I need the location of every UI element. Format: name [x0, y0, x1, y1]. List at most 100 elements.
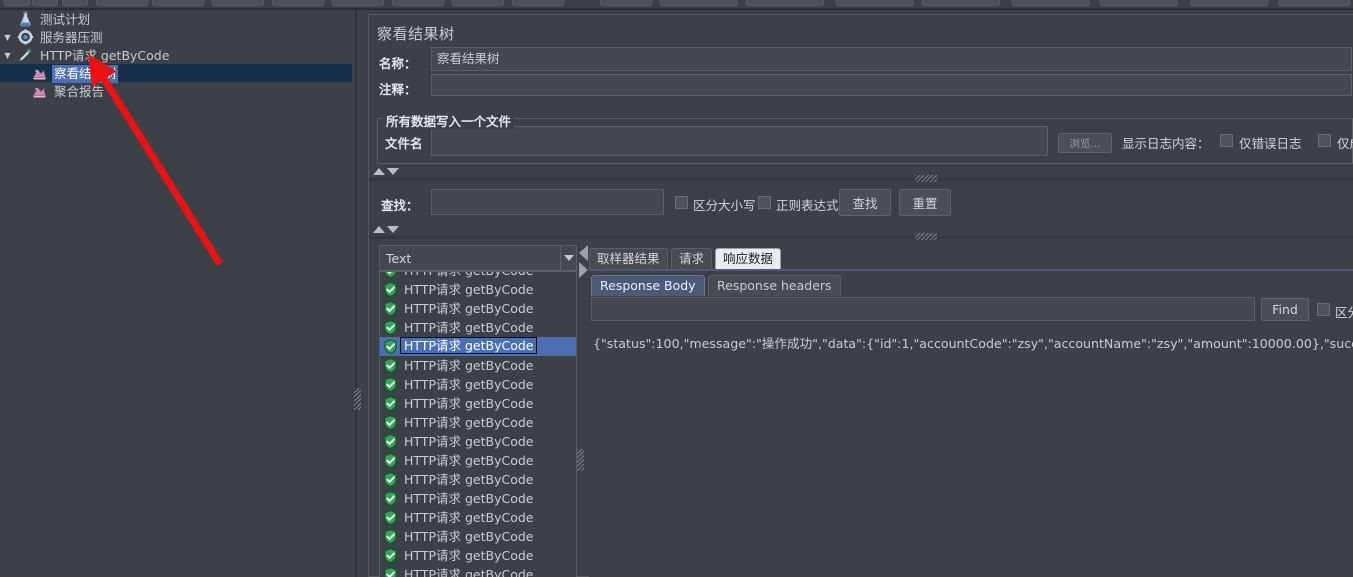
collapse-control-top[interactable] — [373, 168, 401, 175]
tree-item-test-plan[interactable]: 测试计划 — [0, 10, 352, 28]
tree-item-http-sampler[interactable]: ▼ HTTP请求 getByCode — [0, 46, 352, 64]
toolbar-button[interactable] — [452, 0, 504, 6]
toolbar-button[interactable] — [922, 0, 1000, 6]
detail-tab[interactable]: 取样器结果 — [589, 248, 668, 269]
toolbar-button[interactable] — [272, 0, 324, 6]
result-list-item[interactable]: HTTP请求 getByCode — [380, 470, 576, 489]
response-case-checkbox[interactable] — [1317, 303, 1330, 316]
errors-only-label: 仅错误日志 — [1239, 136, 1302, 151]
toolbar-button[interactable] — [392, 0, 444, 6]
toolbar-button[interactable] — [4, 0, 30, 6]
toolbar-button[interactable] — [212, 0, 264, 6]
detail-tab[interactable]: 响应数据 — [715, 248, 782, 269]
result-list-item[interactable]: HTTP请求 getByCode — [380, 565, 576, 577]
result-list-item-label: HTTP请求 getByCode — [404, 415, 534, 430]
result-list-item[interactable]: HTTP请求 getByCode — [380, 489, 576, 508]
horizontal-splitter-bottom[interactable] — [369, 236, 1353, 239]
toolbar-button[interactable] — [62, 0, 88, 6]
list-detail-splitter-arrow-left[interactable] — [579, 245, 588, 261]
case-sensitive-checkbox[interactable] — [675, 196, 688, 209]
find-input[interactable] — [431, 189, 664, 215]
browse-button[interactable]: 浏览... — [1058, 133, 1112, 153]
collapse-down-icon[interactable] — [387, 226, 399, 233]
success-only-checkbox[interactable] — [1318, 134, 1331, 147]
tree-toggle-collapse-icon[interactable]: ▼ — [2, 29, 13, 47]
result-list-item[interactable]: HTTP请求 getByCode — [380, 299, 576, 318]
result-list-item[interactable]: HTTP请求 getByCode — [380, 527, 576, 546]
result-list-item[interactable]: HTTP请求 getByCode — [380, 280, 576, 299]
list-detail-splitter-arrow-right[interactable] — [579, 262, 588, 278]
result-list-item[interactable]: HTTP请求 getByCode — [380, 394, 576, 413]
result-list-item[interactable]: HTTP请求 getByCode — [380, 432, 576, 451]
response-subtab[interactable]: Response Body — [591, 275, 705, 296]
horizontal-splitter-top[interactable] — [369, 178, 1353, 181]
regex-label: 正则表达式 — [776, 198, 839, 213]
toolbar-button[interactable] — [600, 0, 652, 6]
collapse-down-icon[interactable] — [387, 168, 399, 175]
detail-tab[interactable]: 请求 — [671, 248, 713, 269]
result-list-item-label: HTTP请求 getByCode — [404, 491, 534, 506]
toolbar-button[interactable] — [1100, 0, 1178, 6]
toolbar-button[interactable] — [512, 0, 564, 6]
errors-only-checkbox[interactable] — [1220, 134, 1233, 147]
regex-checkbox[interactable] — [758, 196, 771, 209]
horizontal-splitter-grip-bottom[interactable] — [915, 233, 937, 240]
comment-input[interactable] — [431, 74, 1352, 96]
toolbar-button[interactable] — [332, 0, 384, 6]
filename-input[interactable] — [431, 126, 1048, 156]
tree-item-label: HTTP请求 getByCode — [39, 47, 170, 63]
result-list-item-label: HTTP请求 getByCode — [404, 434, 534, 449]
result-list-item-label: HTTP请求 getByCode — [404, 377, 534, 392]
chevron-down-icon[interactable] — [560, 246, 576, 270]
result-list-item[interactable]: HTTP请求 getByCode — [380, 318, 576, 337]
tree-item-label: 服务器压测 — [39, 29, 103, 45]
result-list-item[interactable]: HTTP请求 getByCode — [380, 375, 576, 394]
toolbar-button[interactable] — [1190, 0, 1268, 6]
toolbar-button[interactable] — [152, 0, 204, 6]
find-label: 查找： — [381, 198, 419, 213]
main-toolbar[interactable] — [0, 0, 1353, 10]
response-case-label: 区分 — [1335, 305, 1353, 320]
tree-item-aggregate-report[interactable]: 聚合报告 — [0, 82, 352, 100]
group-border-bottom — [377, 163, 1353, 164]
result-list-item[interactable]: HTTP请求 getByCode — [380, 413, 576, 432]
toolbar-button[interactable] — [1012, 0, 1090, 6]
result-list-item-label: HTTP请求 getByCode — [404, 320, 534, 335]
result-list-item[interactable]: HTTP请求 getByCode — [380, 272, 576, 280]
main-vertical-splitter[interactable] — [352, 10, 366, 577]
response-find-button[interactable]: Find — [1261, 298, 1309, 321]
result-list-item[interactable]: HTTP请求 getByCode — [380, 508, 576, 527]
tree-item-view-results-tree[interactable]: 察看结果树 — [0, 64, 352, 83]
tree-item-thread-group[interactable]: ▼ 服务器压测 — [0, 28, 352, 46]
test-plan-tree[interactable]: 测试计划 ▼ 服务器压测 ▼ HTTP请求 getByCode 察看结果树 聚合… — [0, 10, 352, 577]
toolbar-button[interactable] — [836, 0, 914, 6]
find-button[interactable]: 查找 — [839, 189, 891, 216]
response-find-input[interactable] — [591, 297, 1255, 321]
toolbar-button[interactable] — [660, 0, 738, 6]
collapse-up-icon[interactable] — [373, 226, 385, 233]
response-body-view[interactable]: {"status":100,"message":"操作成功","data":{"… — [589, 327, 1353, 577]
toolbar-button[interactable] — [32, 0, 58, 6]
reset-button[interactable]: 重置 — [899, 189, 951, 216]
result-list-item[interactable]: HTTP请求 getByCode — [380, 546, 576, 565]
collapse-up-icon[interactable] — [373, 168, 385, 175]
tree-toggle-collapse-icon[interactable]: ▼ — [2, 47, 13, 65]
name-input[interactable]: 察看结果树 — [431, 47, 1352, 71]
name-label: 名称： — [379, 56, 417, 71]
list-detail-splitter-grip[interactable] — [577, 449, 584, 471]
results-list[interactable]: HTTP请求 getByCode HTTP请求 getByCode HTTP请求 g… — [379, 271, 577, 577]
toolbar-button[interactable] — [746, 0, 824, 6]
response-subtab[interactable]: Response headers — [708, 275, 841, 296]
toolbar-button[interactable] — [1278, 0, 1350, 6]
toolbar-button[interactable] — [96, 0, 148, 6]
result-list-item[interactable]: HTTP请求 getByCode — [380, 356, 576, 375]
file-group-title: 所有数据写入一个文件 — [383, 111, 515, 130]
group-border-top-right — [491, 118, 1352, 119]
result-list-item[interactable]: HTTP请求 getByCode — [380, 451, 576, 470]
splitter-grip[interactable] — [354, 388, 361, 410]
horizontal-splitter-grip-top[interactable] — [915, 175, 937, 182]
result-list-item[interactable]: HTTP请求 getByCode — [380, 337, 576, 356]
result-list-item-label: HTTP请求 getByCode — [404, 358, 534, 373]
collapse-control-bottom[interactable] — [373, 226, 401, 233]
renderer-select[interactable]: Text — [379, 245, 577, 271]
